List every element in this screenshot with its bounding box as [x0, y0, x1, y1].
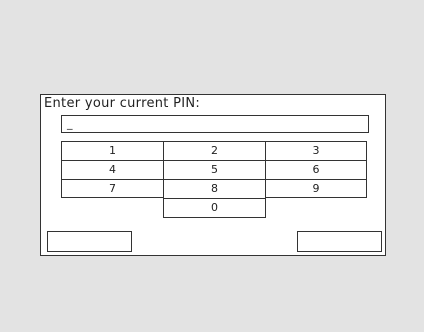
- key-1[interactable]: 1: [61, 141, 163, 160]
- key-6[interactable]: 6: [265, 160, 367, 179]
- key-0[interactable]: 0: [163, 198, 266, 218]
- key-9[interactable]: 9: [265, 179, 367, 198]
- key-4[interactable]: 4: [61, 160, 163, 179]
- left-soft-button[interactable]: [47, 231, 132, 252]
- key-5[interactable]: 5: [163, 160, 265, 179]
- key-7[interactable]: 7: [61, 179, 163, 198]
- screen-background: Enter your current PIN: _ 1 2 3 4 5 6 7 …: [0, 0, 424, 332]
- key-3[interactable]: 3: [265, 141, 367, 160]
- pin-prompt: Enter your current PIN:: [44, 96, 201, 111]
- right-soft-button[interactable]: [297, 231, 382, 252]
- key-2[interactable]: 2: [163, 141, 265, 160]
- pin-entry-dialog: Enter your current PIN: _ 1 2 3 4 5 6 7 …: [40, 94, 386, 256]
- numeric-keypad: 1 2 3 4 5 6 7 8 9 0: [61, 141, 367, 235]
- pin-input[interactable]: _: [61, 115, 369, 133]
- key-8[interactable]: 8: [163, 179, 265, 198]
